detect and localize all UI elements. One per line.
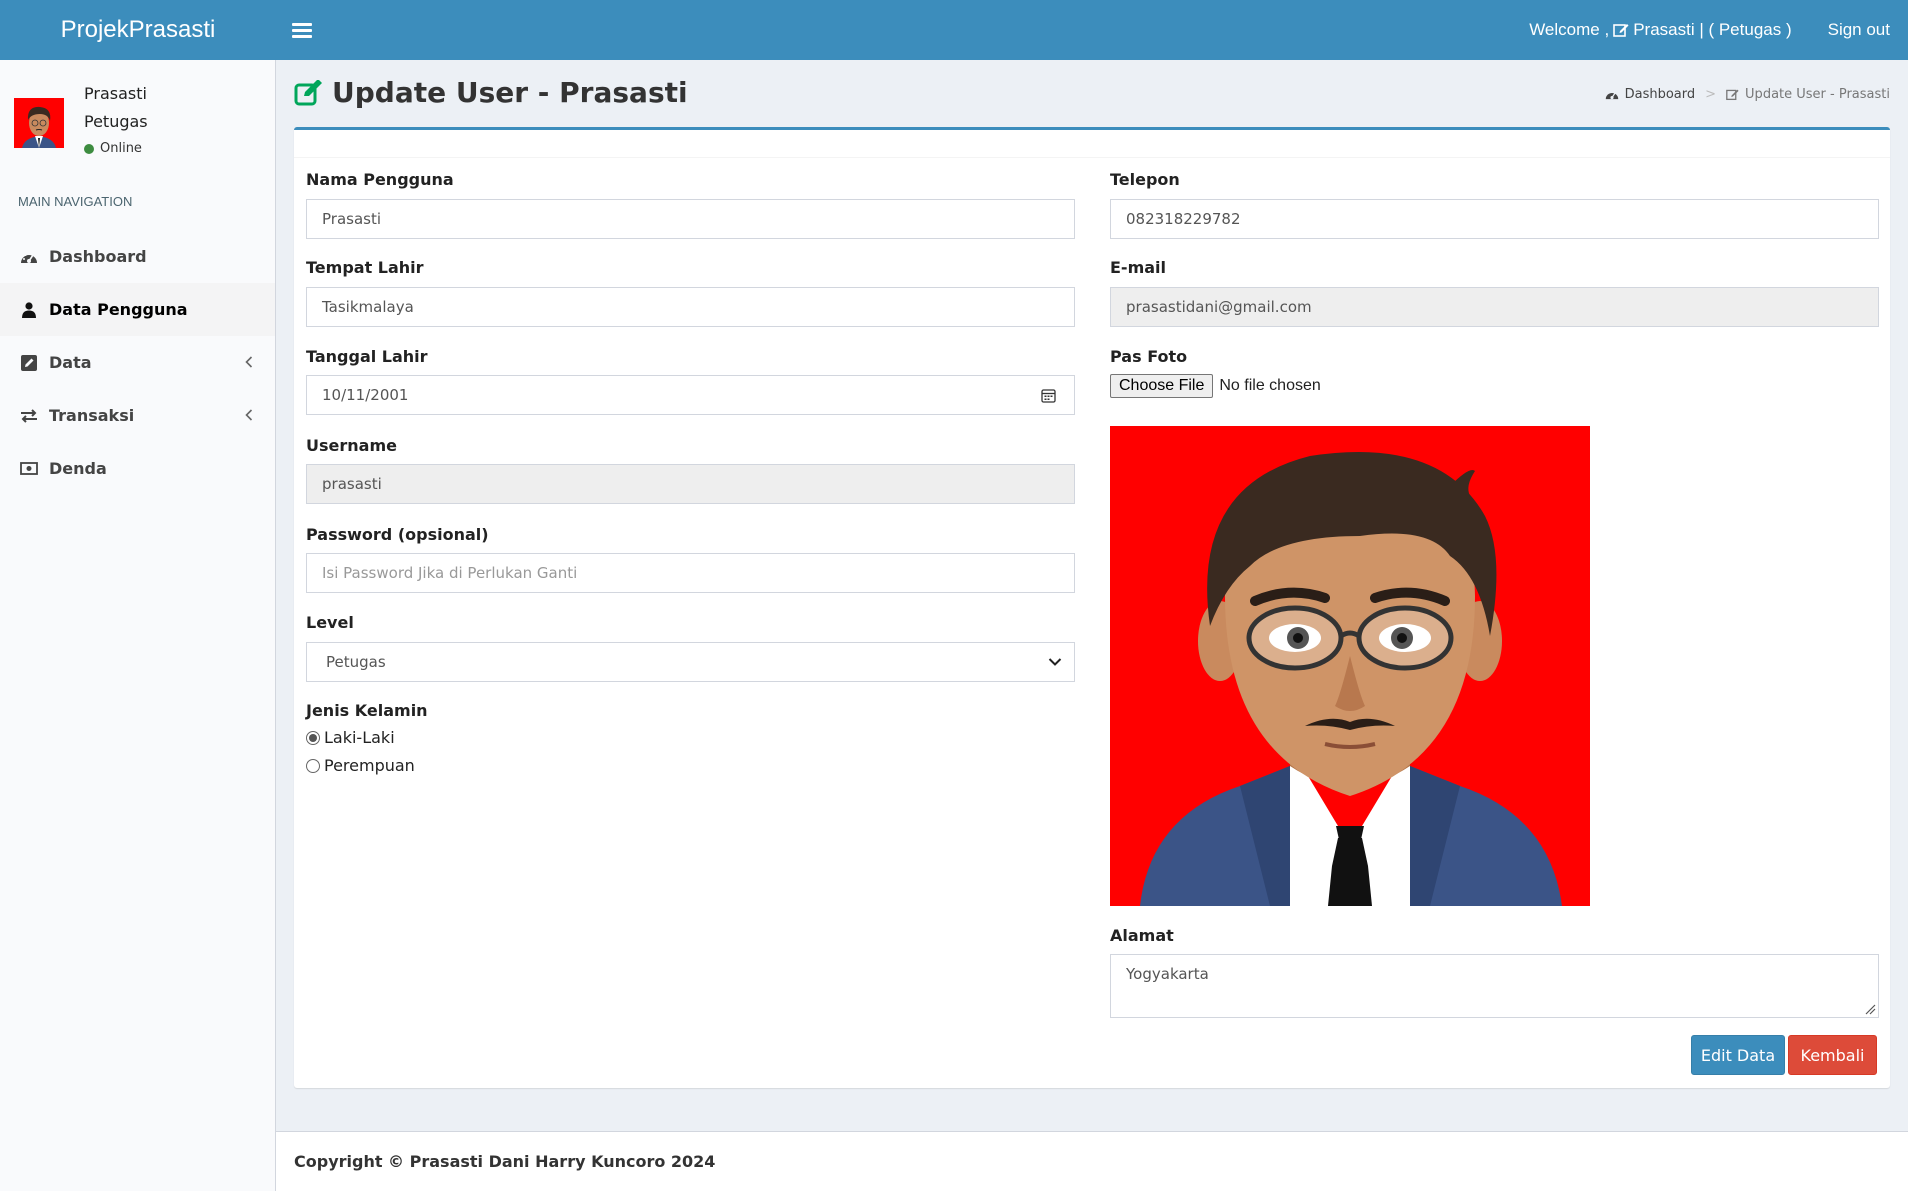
alamat-label: Alamat [1110,926,1174,945]
brand-logo[interactable]: ProjekPrasasti [0,0,276,60]
sidebar-user-status: Online [84,141,142,156]
edit-icon [1726,89,1739,101]
sidebar-item-label: Denda [49,459,107,478]
user-panel: Prasasti Petugas Online [14,80,264,160]
footer: Copyright © Prasasti Dani Harry Kuncoro … [276,1131,1908,1191]
alamat-value: Yogyakarta [1126,965,1209,983]
top-nav: Welcome , Prasasti | ( Petugas ) Sign ou… [1529,0,1890,60]
sidebar: Prasasti Petugas Online MAIN NAVIGATION … [0,60,276,1191]
email-input: prasastidani@gmail.com [1110,287,1879,327]
telepon-input[interactable]: 082318229782 [1110,199,1879,239]
radio-label: Laki-Laki [324,728,395,747]
user-icon [20,301,38,319]
tempat-lahir-input[interactable]: Tasikmalaya [306,287,1075,327]
form-box: Nama Pengguna Prasasti Tempat Lahir Tasi… [294,127,1890,1088]
sidebar-menu: Dashboard Data Pengguna Data Transaksi D… [0,230,275,495]
radio-perempuan[interactable]: Perempuan [306,756,415,775]
file-status: No file chosen [1219,377,1321,394]
tempat-lahir-label: Tempat Lahir [306,258,424,277]
page-title-text: Update User - Prasasti [332,76,688,109]
telepon-label: Telepon [1110,170,1180,189]
avatar [14,98,64,148]
sidebar-item-transaksi[interactable]: Transaksi [0,389,275,442]
copyright-text: Copyright © Prasasti Dani Harry Kuncoro … [294,1152,716,1171]
avatar-image [14,98,64,148]
edit-square-icon [20,354,38,372]
tanggal-lahir-value: 10/11/2001 [322,386,409,404]
nav-header: MAIN NAVIGATION [18,194,133,209]
username-label: Username [306,436,397,455]
choose-file-button[interactable]: Choose File [1110,374,1214,398]
chevron-left-icon [245,409,253,421]
level-select[interactable]: Petugas [306,642,1075,682]
breadcrumb-current: Update User - Prasasti [1745,87,1890,102]
edit-icon [1613,24,1629,37]
username-input: prasasti [306,464,1075,504]
sidebar-item-label: Data [49,353,92,372]
sidebar-item-label: Dashboard [49,247,147,266]
sidebar-user-name: Prasasti [84,84,147,103]
content-header: Update User - Prasasti [294,76,688,109]
password-input[interactable]: Isi Password Jika di Perlukan Ganti [306,553,1075,593]
sidebar-item-label: Transaksi [49,406,135,425]
profile-photo [1110,426,1590,906]
radio-label: Perempuan [324,756,415,775]
signout-link[interactable]: Sign out [1828,20,1890,40]
radio-button[interactable] [306,758,320,773]
tanggal-lahir-input[interactable]: 10/11/2001 [306,375,1075,415]
sidebar-item-denda[interactable]: Denda [0,442,275,495]
sidebar-user-role: Petugas [84,112,148,131]
chevron-down-icon [1048,658,1062,666]
calendar-icon[interactable] [1041,388,1056,403]
exchange-icon [20,407,38,425]
edit-icon [294,79,322,105]
sidebar-toggle-icon[interactable] [292,18,312,42]
nama-input[interactable]: Prasasti [306,199,1075,239]
pas-foto-file-input[interactable]: Choose File No file chosen [1110,374,1321,398]
jenis-kelamin-label: Jenis Kelamin [306,701,428,720]
top-header: ProjekPrasasti Welcome , Prasasti | ( Pe… [0,0,1908,60]
level-label: Level [306,613,354,632]
box-header-divider [294,157,1890,158]
radio-button-checked[interactable] [306,730,320,745]
page-title: Update User - Prasasti [294,76,688,109]
pas-foto-label: Pas Foto [1110,347,1188,366]
tanggal-lahir-label: Tanggal Lahir [306,347,428,366]
breadcrumb: Dashboard > Update User - Prasasti [1605,87,1890,102]
email-label: E-mail [1110,258,1167,277]
kembali-button[interactable]: Kembali [1788,1035,1877,1075]
nama-label: Nama Pengguna [306,170,454,189]
sidebar-item-data[interactable]: Data [0,336,275,389]
alamat-textarea[interactable]: Yogyakarta [1110,954,1879,1018]
sidebar-item-data-pengguna[interactable]: Data Pengguna [0,283,275,336]
breadcrumb-home[interactable]: Dashboard [1625,87,1696,102]
password-label: Password (opsional) [306,525,489,544]
welcome-username: Prasasti | ( Petugas ) [1633,20,1792,39]
edit-data-button[interactable]: Edit Data [1691,1035,1785,1075]
sidebar-item-label: Data Pengguna [49,300,188,319]
radio-laki-laki[interactable]: Laki-Laki [306,728,395,747]
welcome-prefix: Welcome , [1529,20,1610,39]
status-text: Online [100,141,142,156]
dashboard-icon [20,248,38,266]
welcome-user[interactable]: Welcome , Prasasti | ( Petugas ) [1529,20,1791,40]
sidebar-item-dashboard[interactable]: Dashboard [0,230,275,283]
level-selected-value: Petugas [326,653,386,671]
online-status-icon [84,143,94,154]
money-icon [20,460,38,478]
breadcrumb-separator: > [1705,87,1717,102]
resize-handle-icon[interactable] [1865,1004,1876,1015]
chevron-left-icon [245,356,253,368]
dashboard-icon [1605,92,1618,100]
profile-photo-image [1110,426,1590,906]
